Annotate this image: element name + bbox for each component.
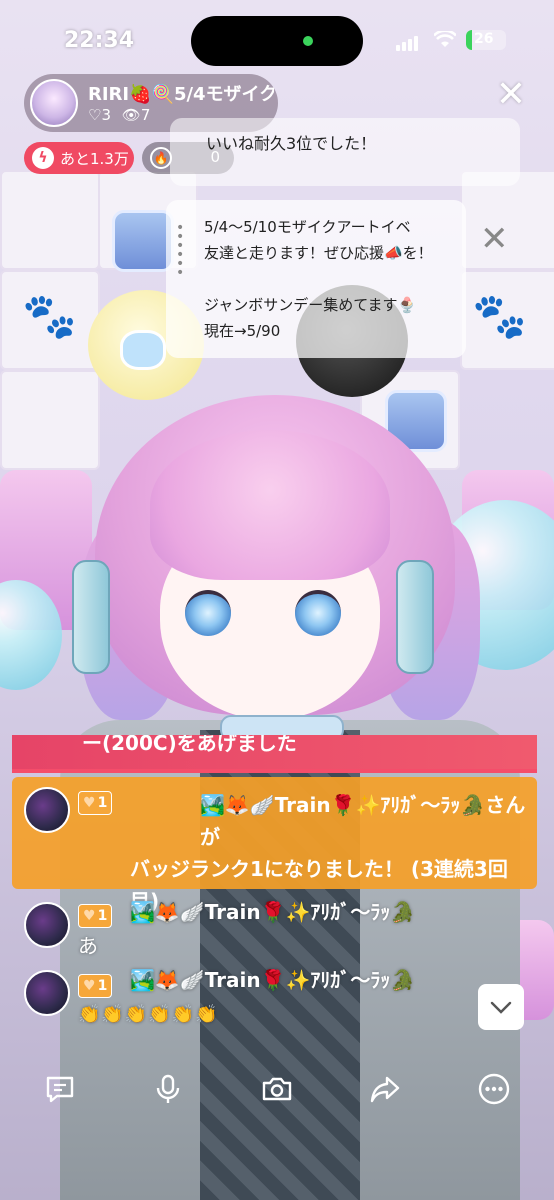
heart-icon: ♥ — [83, 908, 96, 924]
badge-rank-username: 🏞️🦊🪽Train🌹✨ｱﾘｶﾞ～ﾗｯ🐊さんが — [200, 793, 526, 849]
badge-rank-message: ♥ 1 🏞️🦊🪽Train🌹✨ｱﾘｶﾞ～ﾗｯ🐊さんが バッジランク1になりました！… — [12, 777, 537, 913]
headphone — [72, 560, 110, 674]
character-eye — [295, 590, 341, 636]
blue-screen-tile — [112, 210, 174, 272]
close-announcement-icon[interactable]: ✕ — [480, 222, 509, 256]
fan-badge-level: 1 — [97, 978, 108, 994]
pinned-notice[interactable]: いいね耐久3位でした！ — [170, 118, 520, 186]
more-icon[interactable] — [474, 1072, 514, 1112]
chat-text: あ — [78, 934, 98, 958]
chat-text: 👏👏👏👏👏👏 — [78, 1004, 219, 1025]
dynamic-island — [191, 16, 363, 66]
fan-badge-level: 1 — [97, 795, 108, 811]
share-icon[interactable] — [365, 1072, 405, 1112]
announcement-card[interactable]: • • • • • • 5/4〜5/10モザイクアートイベ 友達と走ります！ぜひ応援… — [166, 200, 466, 358]
status-time: 22:34 — [64, 28, 135, 53]
floor-tile — [0, 370, 100, 470]
gift-banner-text: ー(200C)をあげました — [82, 735, 297, 755]
avatar[interactable] — [24, 970, 70, 1016]
host-name: RIRI🍓🍭5/4モザイクアート — [88, 84, 274, 105]
chat-username[interactable]: 🏞️🦊🪽Train🌹✨ｱﾘｶﾞ～ﾗｯ🐊 — [130, 896, 415, 925]
heart-icon — [120, 330, 166, 370]
microphone-icon[interactable] — [148, 1072, 188, 1112]
avatar[interactable] — [24, 902, 70, 948]
viewer-count: 👁7 — [121, 106, 151, 124]
gift-banner: ー(200C)をあげました — [12, 735, 537, 773]
chat-username[interactable]: 🏞️🦊🪽Train🌹✨ｱﾘｶﾞ～ﾗｯ🐊 — [130, 964, 415, 993]
battery-percent: 26 — [474, 31, 494, 47]
headphone — [396, 560, 434, 674]
chevron-down-icon[interactable] — [478, 984, 524, 1030]
character-bangs — [150, 430, 390, 580]
cellular-signal-icon — [396, 32, 420, 51]
host-avatar[interactable] — [30, 79, 78, 127]
fan-badge: ♥ 1 — [78, 904, 113, 928]
battery-level — [466, 30, 472, 50]
points-remaining: あと1.3万 — [60, 150, 129, 168]
flame-icon: 🔥 — [150, 147, 172, 169]
heart-icon: ♥ — [83, 978, 96, 994]
host-stats: ♡3 👁7 — [88, 106, 150, 124]
character-eye — [185, 590, 231, 636]
heart-icon: ♥ — [83, 795, 96, 811]
like-count: ♡3 — [88, 106, 111, 124]
pinned-notice-text: いいね耐久3位でした！ — [206, 134, 377, 153]
announcement-text: 5/4〜5/10モザイクアートイベ 友達と走ります！ぜひ応援📣を！ ジャンボサン… — [204, 218, 433, 340]
camera-indicator-icon — [303, 36, 313, 46]
close-icon[interactable]: ✕ — [494, 77, 528, 113]
battery-icon: 26 — [466, 30, 506, 50]
status-bar: 22:34 26 — [0, 0, 554, 80]
ranking-points-pill[interactable]: ϟ あと1.3万 — [24, 142, 134, 174]
paw-icon: 🐾 — [472, 291, 527, 342]
fan-badge: ♥ 1 — [78, 791, 113, 815]
wifi-icon — [433, 29, 457, 54]
fan-badge-level: 1 — [97, 908, 108, 924]
paw-icon: 🐾 — [22, 291, 77, 342]
fan-badge: ♥ 1 — [78, 974, 113, 998]
floor-tile — [0, 170, 100, 270]
comment-icon[interactable] — [40, 1072, 80, 1112]
drag-handle-icon[interactable]: • • • • • • — [176, 221, 188, 280]
lightning-icon: ϟ — [32, 147, 54, 169]
camera-icon[interactable] — [257, 1072, 297, 1112]
avatar[interactable] — [24, 787, 70, 833]
